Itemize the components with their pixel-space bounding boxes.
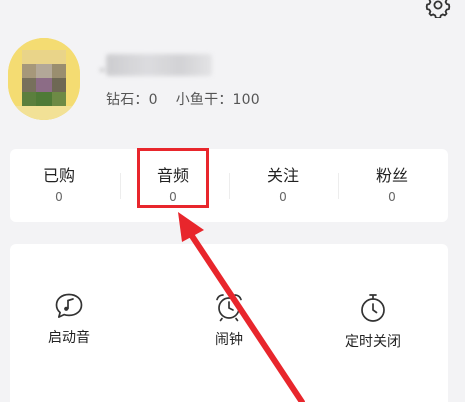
stat-following[interactable]: 关注 0 bbox=[238, 165, 328, 205]
tool-label: 闹钟 bbox=[215, 332, 243, 348]
stat-label: 粉丝 bbox=[375, 166, 408, 185]
settings-gear-icon[interactable] bbox=[425, 0, 451, 20]
stat-count: 0 bbox=[279, 190, 287, 204]
stat-label: 已购 bbox=[42, 166, 75, 185]
stat-followers[interactable]: 粉丝 0 bbox=[347, 165, 437, 205]
tool-alarm[interactable]: 闹钟 bbox=[184, 292, 274, 349]
asset-summary: 钻石：0 小鱼干：100 bbox=[106, 89, 260, 109]
profile-page: 钻石：0 小鱼干：100 已购 0 音频 0 关注 0 粉丝 0 启动音 闹钟 … bbox=[0, 0, 465, 402]
stopwatch-icon bbox=[361, 294, 385, 322]
diamond-balance[interactable]: 钻石：0 bbox=[106, 92, 158, 108]
fish-balance[interactable]: 小鱼干：100 bbox=[176, 92, 260, 108]
stat-label: 关注 bbox=[266, 166, 299, 185]
tools-card: 启动音 闹钟 定时关闭 bbox=[10, 244, 448, 402]
avatar[interactable] bbox=[8, 38, 80, 120]
music-note-bubble-icon bbox=[55, 293, 83, 318]
divider bbox=[120, 173, 121, 199]
alarm-clock-icon bbox=[216, 294, 242, 322]
stats-card: 已购 0 音频 0 关注 0 粉丝 0 bbox=[10, 149, 448, 222]
tool-startup-sound[interactable]: 启动音 bbox=[24, 292, 114, 347]
username-blurred bbox=[100, 54, 212, 76]
stat-count: 0 bbox=[388, 190, 396, 204]
stat-count: 0 bbox=[55, 190, 63, 204]
tool-label: 启动音 bbox=[48, 330, 90, 346]
annotation-highlight-box bbox=[137, 148, 209, 208]
stat-purchased[interactable]: 已购 0 bbox=[14, 165, 104, 205]
divider bbox=[338, 173, 339, 199]
tool-label: 定时关闭 bbox=[345, 334, 401, 350]
divider bbox=[229, 173, 230, 199]
tool-sleep-timer[interactable]: 定时关闭 bbox=[328, 292, 418, 351]
